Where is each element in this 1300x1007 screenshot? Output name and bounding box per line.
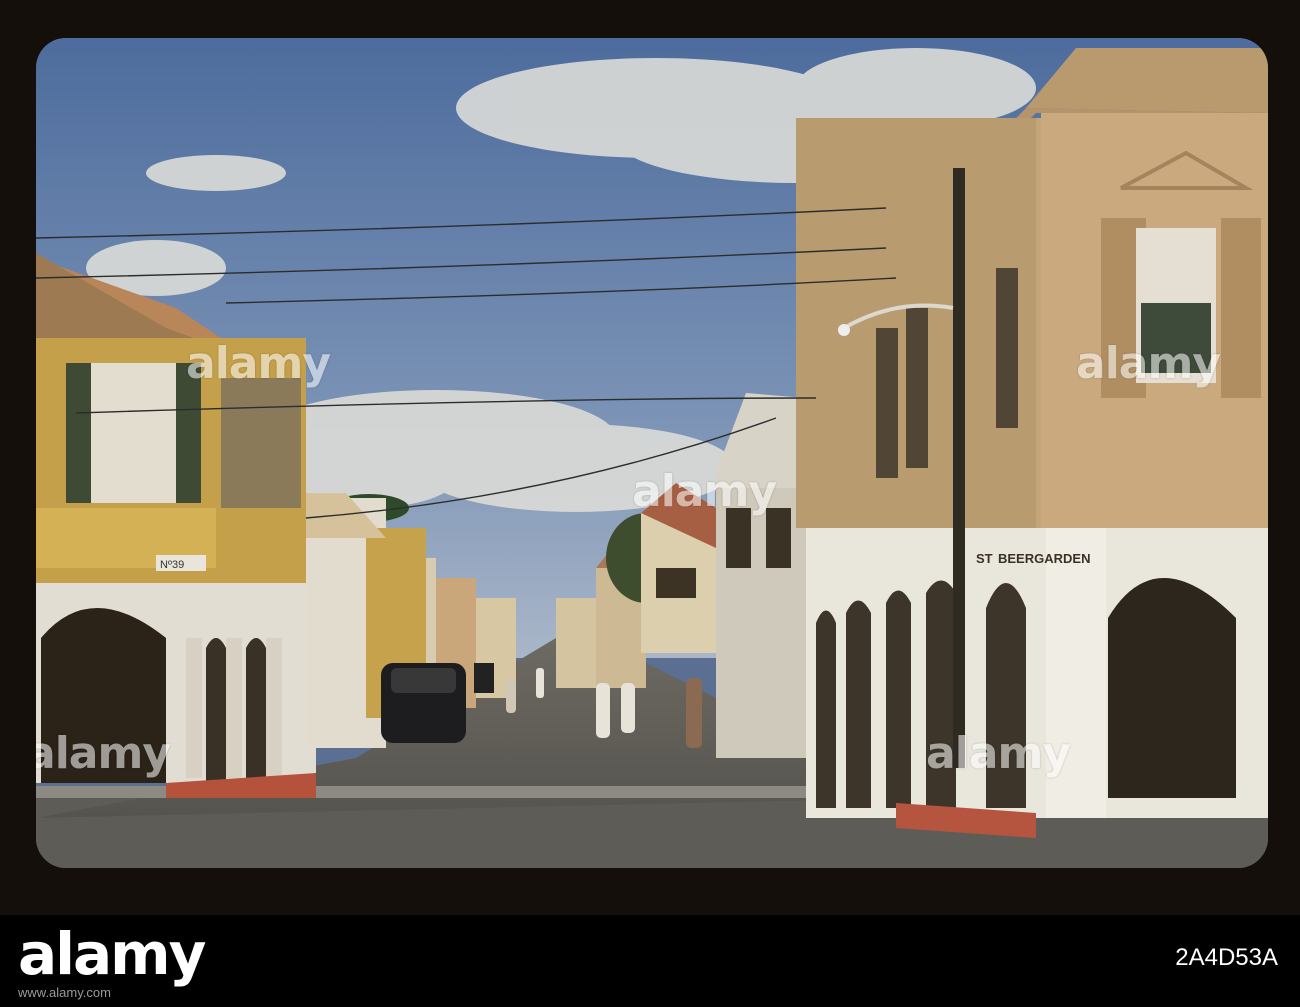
store-sign-st: ST: [976, 551, 993, 566]
street-scene-illustration: Nº39 ST BEERGARDEN: [36, 38, 1268, 868]
right-corner-building: ST BEERGARDEN: [791, 48, 1268, 838]
alamy-logo[interactable]: alamy: [18, 920, 206, 988]
image-id-label: 2A4D53A: [1175, 944, 1278, 971]
slide-frame: Nº39 ST BEERGARDEN alamy alamy alamy ala…: [0, 0, 1300, 915]
beergarden-sign: BEERGARDEN: [998, 551, 1090, 566]
house-number-sign: Nº39: [160, 559, 184, 571]
utility-pole: [953, 168, 965, 768]
banner-caption: www.alamy.com: [18, 985, 111, 1000]
street-photograph: Nº39 ST BEERGARDEN alamy alamy alamy ala…: [36, 38, 1268, 868]
